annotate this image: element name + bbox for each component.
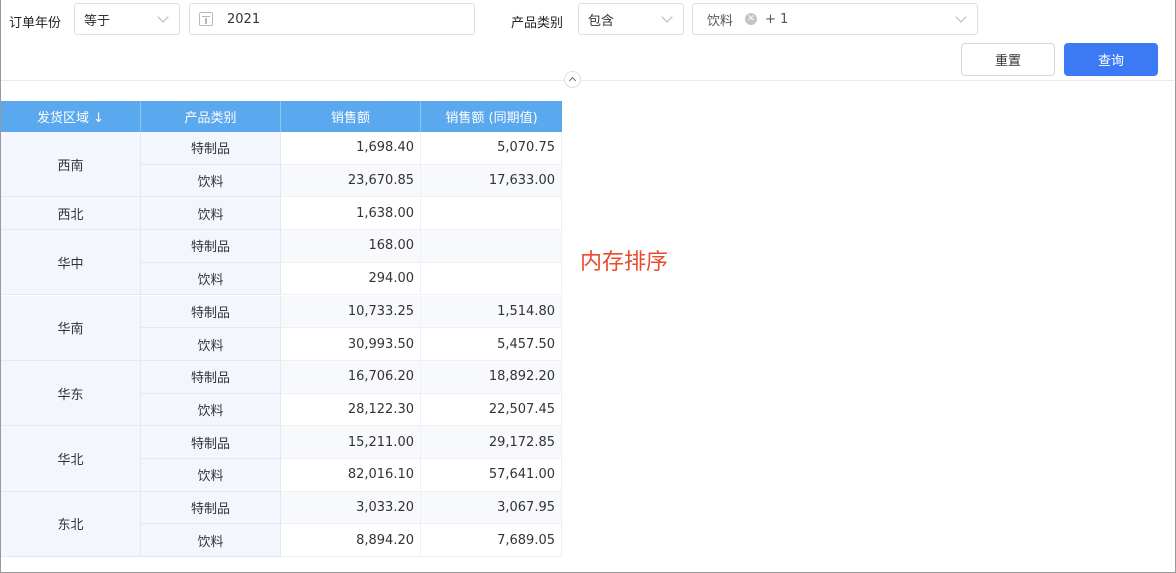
category-more-count: + 1 bbox=[765, 11, 789, 27]
query-button[interactable]: 查询 bbox=[1064, 43, 1158, 76]
annotation-text: 内存排序 bbox=[580, 250, 669, 275]
sales-prev-cell bbox=[421, 197, 562, 231]
region-cell: 华中 bbox=[1, 230, 141, 296]
sales-cell: 1,638.00 bbox=[281, 197, 421, 231]
region-cell: 西南 bbox=[1, 132, 141, 198]
category-tag: 饮料 bbox=[707, 13, 734, 29]
sales-prev-cell bbox=[421, 262, 562, 296]
sales-cell: 23,670.85 bbox=[281, 164, 421, 198]
sales-cell: 3,033.20 bbox=[281, 491, 421, 525]
sales-prev-cell: 17,633.00 bbox=[421, 164, 562, 198]
category-cell: 特制品 bbox=[141, 132, 281, 165]
region-cell: 东北 bbox=[1, 491, 141, 558]
sales-cell: 16,706.20 bbox=[281, 360, 421, 394]
column-header-sales[interactable]: 销售额 bbox=[281, 101, 421, 132]
calendar-icon bbox=[199, 12, 213, 26]
column-header-sales-prev[interactable]: 销售额 (同期值) bbox=[421, 101, 562, 132]
sales-prev-cell bbox=[421, 230, 562, 263]
sales-cell: 8,894.20 bbox=[281, 524, 421, 558]
category-cell: 特制品 bbox=[141, 360, 281, 394]
category-cell: 特制品 bbox=[141, 426, 281, 459]
order-year-date-input[interactable]: 2021 bbox=[189, 3, 475, 35]
column-header-region[interactable]: 发货区域 ↓ bbox=[1, 101, 141, 132]
order-year-value: 2021 bbox=[227, 11, 261, 27]
region-cell: 华东 bbox=[1, 360, 141, 427]
category-cell: 饮料 bbox=[141, 524, 281, 558]
sales-cell: 294.00 bbox=[281, 262, 421, 296]
region-cell: 华北 bbox=[1, 426, 141, 492]
category-cell: 饮料 bbox=[141, 164, 281, 198]
collapse-toggle-icon[interactable] bbox=[564, 71, 581, 88]
category-cell: 饮料 bbox=[141, 459, 281, 492]
region-cell: 西北 bbox=[1, 197, 141, 231]
tag-close-icon[interactable]: ✕ bbox=[745, 13, 758, 25]
category-cell: 特制品 bbox=[141, 295, 281, 329]
category-operator-select[interactable]: 包含 bbox=[578, 3, 684, 35]
sales-cell: 30,993.50 bbox=[281, 328, 421, 361]
sales-prev-cell: 5,457.50 bbox=[421, 328, 562, 361]
category-cell: 饮料 bbox=[141, 197, 281, 231]
order-year-label: 订单年份 bbox=[9, 16, 62, 31]
category-cell: 饮料 bbox=[141, 328, 281, 361]
sales-prev-cell: 57,641.00 bbox=[421, 459, 562, 492]
sales-cell: 82,016.10 bbox=[281, 459, 421, 492]
region-cell: 华南 bbox=[1, 295, 141, 361]
chevron-down-icon bbox=[661, 11, 673, 23]
chevron-down-icon bbox=[157, 11, 169, 23]
sales-cell: 28,122.30 bbox=[281, 393, 421, 427]
category-multi-select[interactable]: 饮料 ✕ + 1 bbox=[692, 3, 978, 35]
reset-button[interactable]: 重置 bbox=[961, 43, 1055, 76]
sales-prev-cell: 7,689.05 bbox=[421, 524, 562, 558]
sales-cell: 15,211.00 bbox=[281, 426, 421, 459]
column-header-category[interactable]: 产品类别 bbox=[141, 101, 281, 132]
sales-prev-cell: 3,067.95 bbox=[421, 491, 562, 525]
sales-cell: 1,698.40 bbox=[281, 132, 421, 165]
sales-prev-cell: 18,892.20 bbox=[421, 360, 562, 394]
category-cell: 饮料 bbox=[141, 262, 281, 296]
category-label: 产品类别 bbox=[511, 16, 564, 31]
category-cell: 特制品 bbox=[141, 230, 281, 263]
order-year-operator-value: 等于 bbox=[84, 13, 111, 29]
category-operator-value: 包含 bbox=[588, 13, 615, 29]
chevron-down-icon bbox=[955, 11, 967, 23]
category-cell: 特制品 bbox=[141, 491, 281, 525]
sales-prev-cell: 22,507.45 bbox=[421, 393, 562, 427]
sales-cell: 168.00 bbox=[281, 230, 421, 263]
order-year-operator-select[interactable]: 等于 bbox=[74, 3, 180, 35]
sales-prev-cell: 1,514.80 bbox=[421, 295, 562, 329]
category-cell: 饮料 bbox=[141, 393, 281, 427]
filter-divider bbox=[1, 80, 1174, 81]
sales-prev-cell: 29,172.85 bbox=[421, 426, 562, 459]
sales-prev-cell: 5,070.75 bbox=[421, 132, 562, 165]
sales-cell: 10,733.25 bbox=[281, 295, 421, 329]
